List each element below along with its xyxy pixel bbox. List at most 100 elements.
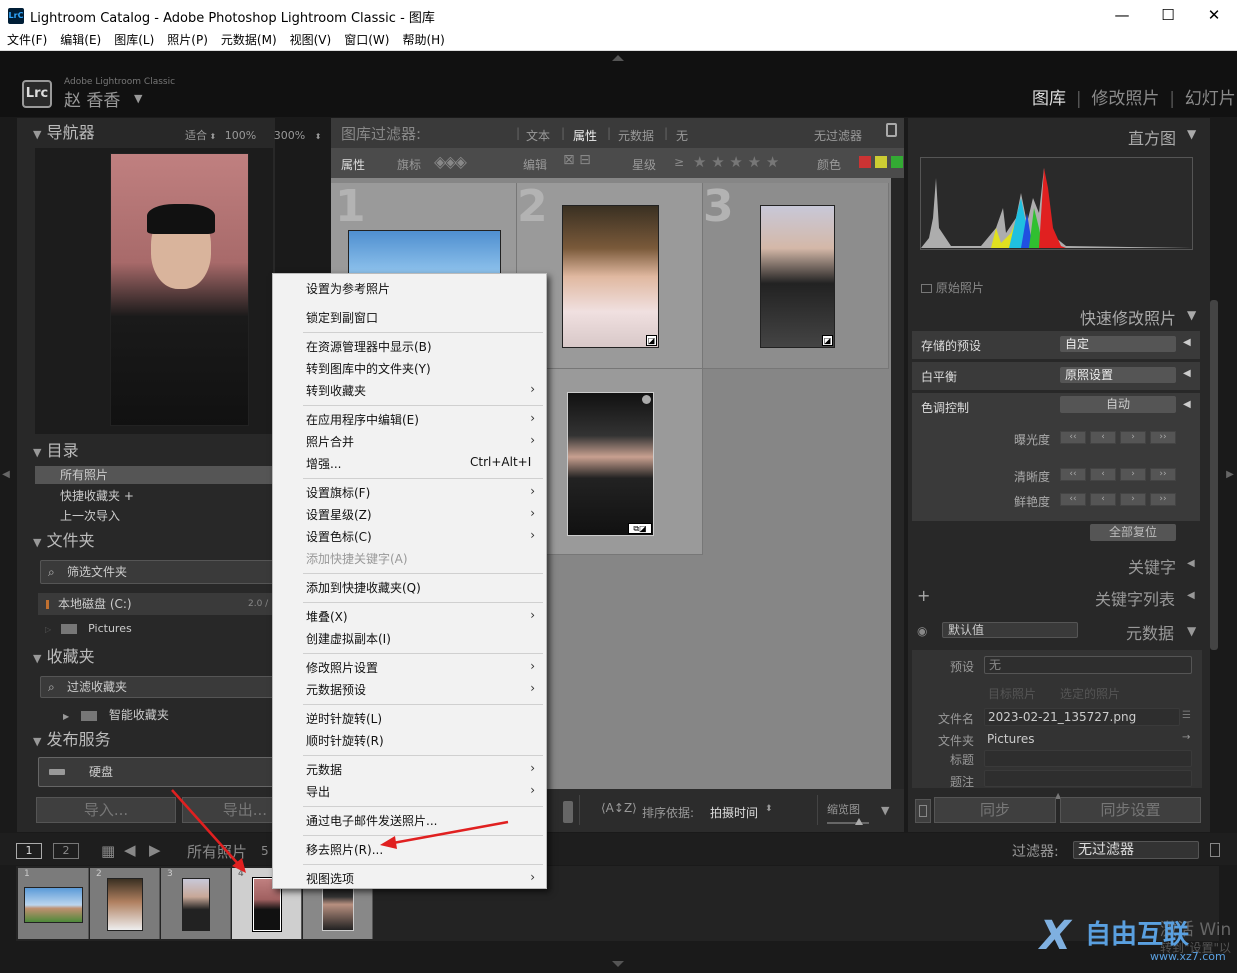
clarity-inc-large[interactable]: ›› <box>1150 468 1176 481</box>
grid-view-icon[interactable]: ▦ <box>101 842 115 860</box>
clarity-inc[interactable]: › <box>1120 468 1146 481</box>
grid-scrollbar[interactable] <box>891 178 904 789</box>
catalog-item-quick-collection[interactable]: 快捷收藏夹 + <box>60 486 134 506</box>
saved-preset-select[interactable]: 自定 <box>1060 336 1176 352</box>
catalog-header[interactable]: ▼ 目录 <box>33 438 273 464</box>
original-photo-checkbox[interactable]: 原始照片 <box>921 279 984 296</box>
main-window-button[interactable]: 1 <box>16 843 42 859</box>
exposure-dec-large[interactable]: ‹‹ <box>1060 431 1086 444</box>
expand-left-icon[interactable]: ◀ <box>1183 399 1191 410</box>
collapse-right-icon[interactable]: ▶ <box>1224 460 1236 490</box>
slider-handle[interactable] <box>855 818 863 825</box>
menu-item-set-color[interactable]: 设置色标(C) <box>306 528 372 545</box>
exposure-inc-large[interactable]: ›› <box>1150 431 1176 444</box>
module-library[interactable]: 图库 <box>1032 89 1066 109</box>
menu-view[interactable]: 视图(V) <box>283 31 338 50</box>
zoom-300[interactable]: 300% <box>274 129 305 142</box>
menu-item-email-photo[interactable]: 通过电子邮件发送照片... <box>306 812 437 829</box>
zoom-100[interactable]: 100% <box>225 129 256 142</box>
menu-item-go-to-collection[interactable]: 转到收藏夹 <box>306 382 366 399</box>
sort-direction-icon[interactable]: ⟨A↕Z⟩ <box>601 801 637 815</box>
menu-help[interactable]: 帮助(H) <box>395 31 450 50</box>
sync-settings-button[interactable]: 同步设置 <box>1060 797 1201 823</box>
histogram[interactable] <box>920 157 1193 250</box>
smart-collections-item[interactable]: ▶ 智能收藏夹 <box>63 705 169 725</box>
lock-icon[interactable] <box>886 123 897 137</box>
rating-compare[interactable]: ≥ <box>674 155 684 169</box>
metadata-title[interactable]: 元数据 <box>1126 620 1174 644</box>
menu-item-develop-settings[interactable]: 修改照片设置 <box>306 659 378 676</box>
sync-toggle[interactable] <box>915 799 931 823</box>
filter-tab-attribute[interactable]: 属性 <box>573 127 597 144</box>
filter-tab-none[interactable]: 无 <box>676 127 688 144</box>
menu-item-photo-merge[interactable]: 照片合并 <box>306 433 354 450</box>
histogram-title[interactable]: 直方图 <box>1128 125 1176 149</box>
filter-preset-select[interactable]: 无过滤器 <box>814 127 862 144</box>
right-panel-scrollbar[interactable] <box>1210 300 1218 650</box>
catalog-item-all-photos[interactable]: 所有照片 <box>35 466 273 484</box>
menu-photo[interactable]: 照片(P) <box>160 31 214 50</box>
clarity-dec-large[interactable]: ‹‹ <box>1060 468 1086 481</box>
disclosure-icon[interactable]: ▼ <box>1187 624 1196 638</box>
filmstrip-cell-1[interactable]: 1 <box>18 868 89 939</box>
edit-filter-icons[interactable]: ⊠ ⊟ <box>563 152 611 172</box>
folders-header[interactable]: ▼ 文件夹 <box>33 528 273 554</box>
keywording-title[interactable]: 关键字 <box>1128 554 1176 578</box>
menu-item-add-quick-collection[interactable]: 添加到快捷收藏夹(Q) <box>306 579 421 596</box>
metadata-view-select[interactable]: 默认值 <box>942 622 1078 638</box>
eye-icon[interactable]: ◉ <box>917 624 927 638</box>
filmstrip-cell-3[interactable]: 3 <box>161 868 231 939</box>
filter-tab-metadata[interactable]: 元数据 <box>618 127 654 144</box>
title-field[interactable] <box>984 750 1192 767</box>
import-button[interactable]: 导入... <box>36 797 176 823</box>
rename-icon[interactable]: ☰ <box>1182 710 1191 721</box>
menu-item-enhance[interactable]: 增强... <box>306 455 341 472</box>
forward-icon[interactable]: ▶ <box>149 841 161 859</box>
expand-left-icon[interactable]: ◀ <box>1183 337 1191 348</box>
quick-develop-title[interactable]: 快速修改照片 <box>1080 305 1176 329</box>
vibrance-dec-large[interactable]: ‹‹ <box>1060 493 1086 506</box>
flag-filter-icons[interactable]: ◈◈◈ <box>434 152 467 171</box>
menu-metadata[interactable]: 元数据(M) <box>214 31 283 50</box>
module-develop[interactable]: 修改照片 <box>1091 89 1159 109</box>
publish-header[interactable]: ▼ 发布服务 <box>33 727 273 753</box>
toolbar-menu-icon[interactable]: ▼ <box>881 804 889 817</box>
menu-window[interactable]: 窗口(W) <box>337 31 395 50</box>
menu-item-virtual-copy[interactable]: 创建虚拟副本(I) <box>306 630 391 647</box>
selected-photos-tab[interactable]: 选定的照片 <box>1060 685 1120 702</box>
color-green-swatch[interactable] <box>891 156 903 168</box>
expand-left-icon[interactable]: ◀ <box>1187 590 1195 601</box>
collapse-bottom-icon[interactable] <box>612 961 624 967</box>
menu-edit[interactable]: 编辑(E) <box>53 31 107 50</box>
sync-button[interactable]: 同步 <box>934 797 1056 823</box>
metadata-preset-select[interactable]: 无 <box>984 656 1192 674</box>
collapse-top-icon[interactable] <box>612 55 624 61</box>
menu-item-set-rating[interactable]: 设置星级(Z) <box>306 506 372 523</box>
collection-search-field[interactable]: ⌕ 过滤收藏夹 <box>40 676 275 698</box>
clarity-dec[interactable]: ‹ <box>1090 468 1116 481</box>
module-slideshow[interactable]: 幻灯片 <box>1185 89 1236 109</box>
filmstrip-cell-2[interactable]: 2 <box>90 868 160 939</box>
zoom-fit[interactable]: 适合 <box>185 129 207 142</box>
menu-item-view-options[interactable]: 视图选项 <box>306 870 354 887</box>
close-button[interactable]: ✕ <box>1191 0 1237 31</box>
grid-cell-3[interactable]: 3 ◪ <box>703 181 889 369</box>
sort-select-arrow-icon[interactable]: ⬍ <box>765 804 773 814</box>
menu-item-rotate-right[interactable]: 顺时针旋转(R) <box>306 732 384 749</box>
sort-select[interactable]: 拍摄时间 <box>710 804 758 821</box>
menu-item-set-flag[interactable]: 设置旗标(F) <box>306 484 370 501</box>
caption-field[interactable] <box>984 770 1192 787</box>
volume-local-disk[interactable]: 本地磁盘 (C:) 2.0 / <box>38 593 274 615</box>
color-yellow-swatch[interactable] <box>875 156 887 168</box>
reset-all-button[interactable]: 全部复位 <box>1090 524 1176 541</box>
export-button[interactable]: 导出... <box>182 797 274 823</box>
expand-left-icon[interactable]: ◀ <box>1187 558 1195 569</box>
user-name[interactable]: 赵 香香 <box>64 86 120 111</box>
vibrance-inc[interactable]: › <box>1120 493 1146 506</box>
minimize-button[interactable]: — <box>1099 0 1145 31</box>
exposure-inc[interactable]: › <box>1120 431 1146 444</box>
vibrance-inc-large[interactable]: ›› <box>1150 493 1176 506</box>
keyword-list-title[interactable]: 关键字列表 <box>1095 586 1175 610</box>
collapse-left-icon[interactable]: ◀ <box>0 460 12 490</box>
menu-item-metadata-presets[interactable]: 元数据预设 <box>306 681 366 698</box>
